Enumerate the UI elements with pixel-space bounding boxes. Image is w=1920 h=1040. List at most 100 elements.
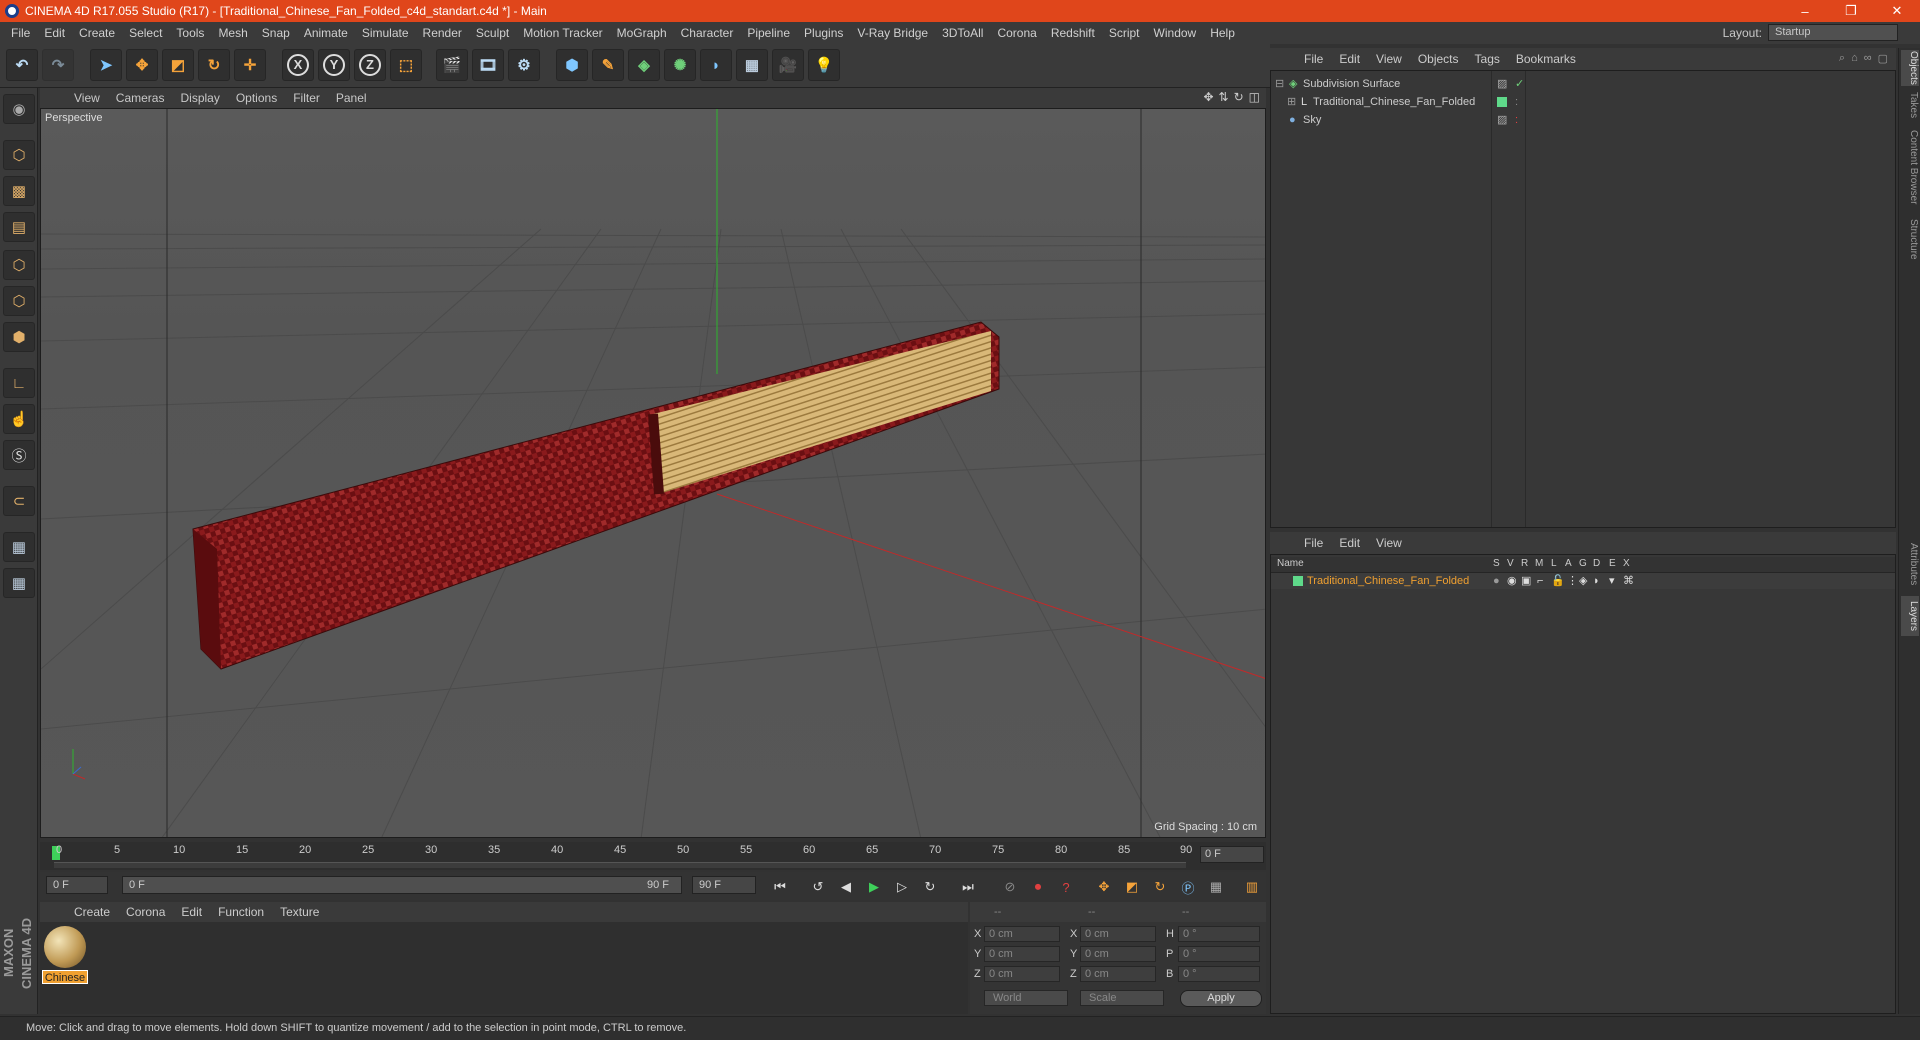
col-expressions[interactable]: E xyxy=(1609,558,1616,569)
menu-redshift[interactable]: Redshift xyxy=(1044,26,1102,40)
menu-file[interactable]: File xyxy=(4,26,37,40)
menu-help[interactable]: Help xyxy=(1203,26,1242,40)
undo-icon[interactable]: ↶ xyxy=(6,49,38,81)
link-icon[interactable]: ∞ xyxy=(1864,52,1872,65)
menu-window[interactable]: Window xyxy=(1147,26,1204,40)
menu-plugins[interactable]: Plugins xyxy=(797,26,850,40)
col-deformers[interactable]: D xyxy=(1593,558,1600,569)
workplane-mode-icon[interactable]: ▤ xyxy=(3,212,35,242)
object-name[interactable]: Sky xyxy=(1303,111,1321,129)
frame-range-slider[interactable]: 0 F 90 F xyxy=(122,876,682,894)
pen-spline-icon[interactable]: ✎ xyxy=(592,49,624,81)
current-frame-field[interactable]: 0 F xyxy=(1200,846,1264,863)
menu-mograph[interactable]: MoGraph xyxy=(610,26,674,40)
minimize-button[interactable]: – xyxy=(1782,4,1828,19)
tab-attributes[interactable]: Attributes xyxy=(1901,536,1919,592)
layer-solo-icon[interactable]: ● xyxy=(1493,573,1500,589)
col-xref[interactable]: X xyxy=(1623,558,1630,569)
search-icon[interactable]: ⌕ xyxy=(1839,52,1845,65)
texture-mode-icon[interactable]: ▩ xyxy=(3,176,35,206)
redo-icon[interactable]: ↷ xyxy=(42,49,74,81)
viewport-menu-view[interactable]: View xyxy=(66,91,108,105)
keyframe-selection-icon[interactable]: ⊘ xyxy=(998,876,1022,898)
timeline-ruler[interactable]: 0 5 10 15 20 25 30 35 40 45 50 55 60 65 … xyxy=(40,842,1266,870)
visibility-toggle-icon[interactable]: ▨ xyxy=(1497,111,1507,129)
expand-icon[interactable]: ⊞ xyxy=(1287,93,1296,111)
layer-manager-icon[interactable]: ⌐ xyxy=(1537,573,1543,589)
layers-menu-view[interactable]: View xyxy=(1368,536,1410,550)
cube-object-icon[interactable]: ⬢ xyxy=(556,49,588,81)
new-window-icon[interactable]: ▢ xyxy=(1878,52,1888,65)
move-tool-icon[interactable]: ✥ xyxy=(126,49,158,81)
layer-color-swatch[interactable] xyxy=(1293,576,1303,586)
size-mode-dropdown[interactable]: Scale xyxy=(1080,990,1164,1006)
layer-view-icon[interactable]: ◉ xyxy=(1507,573,1517,589)
next-key-icon[interactable]: ↻ xyxy=(918,876,942,898)
menu-simulate[interactable]: Simulate xyxy=(355,26,416,40)
object-row-subdivision[interactable]: ⊟ ◈ Subdivision Surface ▨ ✓ xyxy=(1271,75,1895,93)
object-name[interactable]: Subdivision Surface xyxy=(1303,75,1400,93)
tab-takes[interactable]: Takes xyxy=(1901,90,1919,120)
layer-color-swatch[interactable] xyxy=(1497,97,1507,107)
magnet-snap-icon[interactable]: ⊂ xyxy=(3,486,35,516)
polygons-mode-icon[interactable]: ⬢ xyxy=(3,322,35,352)
material-menu-corona[interactable]: Corona xyxy=(118,905,173,919)
array-generator-icon[interactable]: ✺ xyxy=(664,49,696,81)
menu-mesh[interactable]: Mesh xyxy=(211,26,254,40)
home-icon[interactable]: ⌂ xyxy=(1851,52,1858,65)
objects-menu-edit[interactable]: Edit xyxy=(1331,52,1368,66)
rot-b-field[interactable]: 0 ° xyxy=(1178,966,1260,982)
pan-view-icon[interactable]: ✥ xyxy=(1203,90,1213,104)
enable-snap-icon[interactable]: ▦ xyxy=(3,532,35,562)
col-name[interactable]: Name xyxy=(1277,558,1304,569)
key-rotation-icon[interactable]: ↻ xyxy=(1148,876,1172,898)
transform-tool-icon[interactable]: ✛ xyxy=(234,49,266,81)
timeline-window-icon[interactable]: ▥ xyxy=(1240,876,1264,898)
make-editable-icon[interactable]: ◉ xyxy=(3,94,35,124)
select-arrow-icon[interactable]: ➤ xyxy=(90,49,122,81)
objects-menu-tags[interactable]: Tags xyxy=(1467,52,1508,66)
layer-xref-icon[interactable]: ⌘ xyxy=(1623,573,1634,589)
col-generators[interactable]: G xyxy=(1579,558,1587,569)
deformer-icon[interactable]: ◗ xyxy=(700,49,732,81)
col-locked[interactable]: L xyxy=(1551,558,1557,569)
material-menu-edit[interactable]: Edit xyxy=(173,905,210,919)
next-frame-icon[interactable]: ▷ xyxy=(890,876,914,898)
menu-animate[interactable]: Animate xyxy=(297,26,355,40)
visibility-toggle-icon[interactable]: ▨ xyxy=(1497,75,1507,93)
go-to-start-icon[interactable]: ⏮ xyxy=(768,876,792,898)
previous-frame-icon[interactable]: ◀ xyxy=(834,876,858,898)
menu-character[interactable]: Character xyxy=(674,26,741,40)
viewport-menu-filter[interactable]: Filter xyxy=(285,91,328,105)
y-axis-lock-icon[interactable]: Y xyxy=(318,49,350,81)
key-scale-icon[interactable]: ◩ xyxy=(1120,876,1144,898)
tab-content-browser[interactable]: Content Browser xyxy=(1901,124,1919,210)
start-frame-field[interactable]: 0 F xyxy=(46,876,108,894)
material-menu-create[interactable]: Create xyxy=(66,905,118,919)
menu-motion-tracker[interactable]: Motion Tracker xyxy=(516,26,609,40)
auto-keying-icon[interactable]: ? xyxy=(1054,876,1078,898)
object-row-fan[interactable]: ⊞ L Traditional_Chinese_Fan_Folded : xyxy=(1271,93,1895,111)
menu-vray-bridge[interactable]: V-Ray Bridge xyxy=(850,26,935,40)
viewport-menu-cameras[interactable]: Cameras xyxy=(108,91,173,105)
record-icon[interactable]: ⏺ xyxy=(1026,876,1050,898)
col-view[interactable]: V xyxy=(1507,558,1514,569)
menu-pipeline[interactable]: Pipeline xyxy=(740,26,797,40)
rot-p-field[interactable]: 0 ° xyxy=(1178,946,1260,962)
model-mode-icon[interactable]: ⬡ xyxy=(3,140,35,170)
solo-mode-icon[interactable]: Ⓢ xyxy=(3,440,35,470)
material-menu-texture[interactable]: Texture xyxy=(272,905,327,919)
rotate-tool-icon[interactable]: ↻ xyxy=(198,49,230,81)
menu-3dtoall[interactable]: 3DToAll xyxy=(935,26,990,40)
apply-button[interactable]: Apply xyxy=(1180,990,1262,1007)
toggle-layout-icon[interactable]: ◫ xyxy=(1249,90,1260,104)
scale-tool-icon[interactable]: ◩ xyxy=(162,49,194,81)
points-mode-icon[interactable]: ⬡ xyxy=(3,250,35,280)
rotate-view-icon[interactable]: ↻ xyxy=(1234,90,1244,104)
end-frame-field[interactable]: 90 F xyxy=(692,876,756,894)
render-view-icon[interactable]: 🎬 xyxy=(436,49,468,81)
coordinate-system-icon[interactable]: ⬚ xyxy=(390,49,422,81)
objects-menu-bookmarks[interactable]: Bookmarks xyxy=(1508,52,1584,66)
tab-structure[interactable]: Structure xyxy=(1901,214,1919,264)
menu-select[interactable]: Select xyxy=(122,26,169,40)
